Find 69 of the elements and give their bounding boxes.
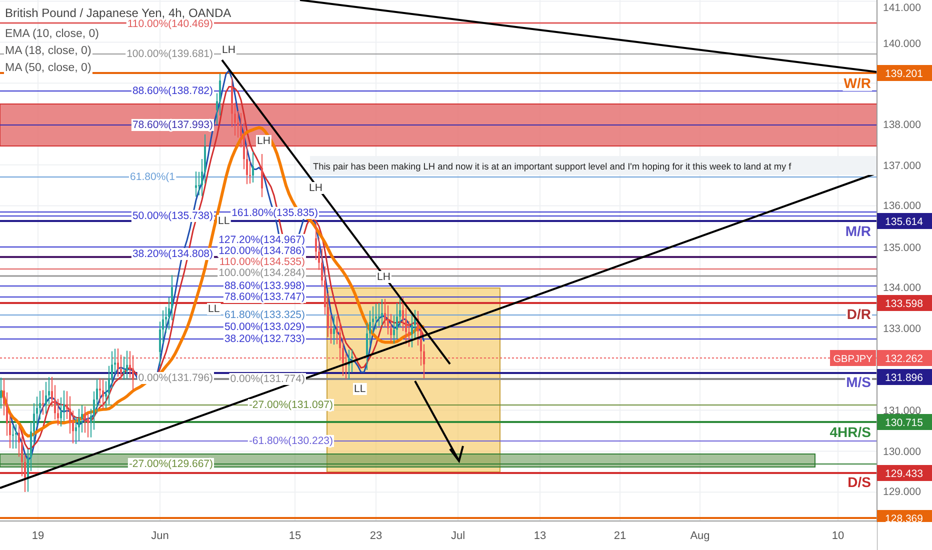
price-tick-label: 131.000 xyxy=(883,405,921,417)
time-tick-label: 15 xyxy=(288,530,302,542)
fib-level-label: 0.00%(131.796) xyxy=(138,372,213,384)
price-tag: 133.598 xyxy=(877,295,932,311)
price-tick-label: 138.000 xyxy=(883,119,921,131)
zone-label: D/R xyxy=(846,306,871,322)
price-tick-label: 141.000 xyxy=(883,2,921,14)
fib-level-label: 0.00%(131.774) xyxy=(230,373,305,385)
time-tick-label: 13 xyxy=(534,530,546,542)
time-tick-label: Jul xyxy=(450,530,466,542)
time-tick-label: 10 xyxy=(832,530,844,542)
time-tick-label: 19 xyxy=(32,530,44,542)
price-tick-label: 135.000 xyxy=(883,242,921,254)
indicator-label: MA (18, close, 0) xyxy=(5,45,92,57)
fib-level-label: 88.60%(138.782) xyxy=(132,85,213,97)
fib-level-label: 38.20%(132.733) xyxy=(224,333,305,345)
fib-level-label: 50.00%(135.738) xyxy=(132,210,213,222)
fib-level-label: -27.00%(131.097) xyxy=(248,399,333,411)
fib-level-label: -61.80%(130.223) xyxy=(248,435,333,447)
fib-level-label: -27.00%(129.667) xyxy=(128,458,213,470)
indicator-label: MA (50, close, 0) xyxy=(5,62,92,74)
fib-level-label: 78.60%(133.747) xyxy=(224,291,305,303)
time-tick-label: Aug xyxy=(690,530,710,542)
fib-level-label: 88.60%(133.998) xyxy=(224,280,305,292)
pattern-label: LL xyxy=(354,383,366,395)
zone-label: M/S xyxy=(846,374,871,390)
fib-level-label: 100.00%(139.681) xyxy=(126,48,213,60)
fib-level-label: 110.00%(140.469) xyxy=(127,18,213,30)
price-tag: 130.715 xyxy=(877,414,932,430)
price-tick-label: 140.000 xyxy=(883,38,921,50)
zone-label: 4HR/S xyxy=(830,424,871,440)
fib-level-label: 161.80%(135.835) xyxy=(232,207,318,219)
price-tag: 139.201 xyxy=(877,65,932,81)
fib-level-label: 100.00%(134.284) xyxy=(218,267,305,279)
price-tick-label: 129.000 xyxy=(883,486,921,498)
pattern-label: LH xyxy=(222,44,236,56)
chart-note: This pair has been making LH and now it is at an important support level and I'm hoping for it this week to land at my f xyxy=(313,162,792,172)
indicator-label: EMA (10, close, 0) xyxy=(5,28,99,40)
fib-level-label: 61.80%(1 xyxy=(130,171,175,183)
price-tick-label: 134.000 xyxy=(883,282,921,294)
fib-level-label: 61.80%(133.325) xyxy=(224,309,305,321)
fib-level-label: 110.00%(134.535) xyxy=(219,256,305,268)
chart-title: British Pound / Japanese Yen, 4h, OANDA xyxy=(5,6,232,20)
pattern-label: LH xyxy=(257,135,270,147)
pattern-label: LL xyxy=(218,215,230,227)
pattern-label: LH xyxy=(377,271,390,283)
zone-label: D/S xyxy=(848,474,871,490)
price-tick-label: 133.000 xyxy=(883,323,921,335)
price-tag: 135.614 xyxy=(877,213,932,229)
fib-level-label: 78.60%(137.993) xyxy=(132,119,213,131)
fib-level-label: 120.00%(134.786) xyxy=(218,245,305,257)
price-tag: 131.896 xyxy=(877,369,932,385)
price-tick-label: 130.000 xyxy=(883,446,921,458)
fib-level-label: 38.20%(134.808) xyxy=(132,248,213,260)
pattern-label: LL xyxy=(208,303,220,315)
zone-label: M/R xyxy=(845,223,871,239)
price-tag: 132.262 xyxy=(877,350,932,366)
price-tag: 129.433 xyxy=(877,465,932,481)
price-tick-label: 136.000 xyxy=(883,200,921,212)
zone-label: W/R xyxy=(844,75,871,91)
fib-level-label: 127.20%(134.967) xyxy=(218,234,305,246)
price-tick-label: 137.000 xyxy=(883,160,921,172)
time-tick-label: 23 xyxy=(370,530,382,542)
symbol-tag: GBPJPY xyxy=(830,350,876,366)
time-tick-label: Jun xyxy=(151,530,169,542)
price-tag: 128.369 xyxy=(877,510,932,525)
fib-level-label: 50.00%(133.029) xyxy=(224,321,305,333)
time-tick-label: 21 xyxy=(614,530,626,542)
pattern-label: LH xyxy=(309,182,322,194)
